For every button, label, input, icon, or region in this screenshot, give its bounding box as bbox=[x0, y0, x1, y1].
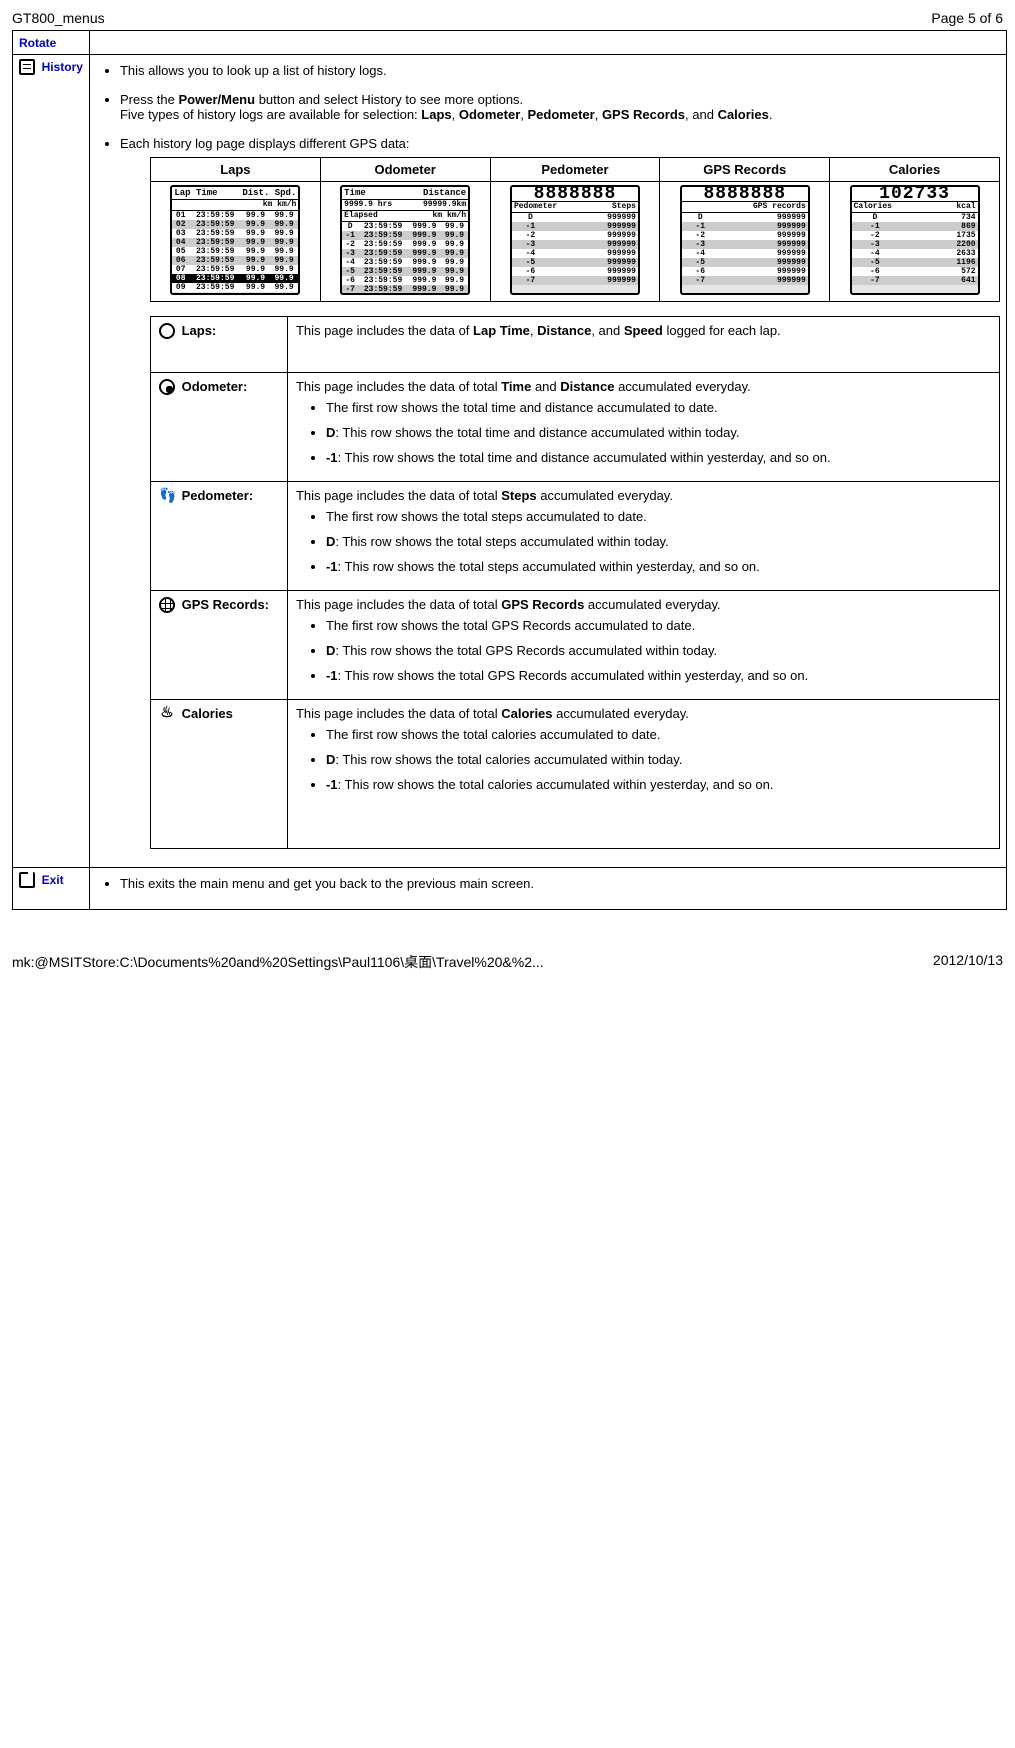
list-item: The first row shows the total time and d… bbox=[326, 400, 991, 415]
globe-icon bbox=[159, 597, 175, 613]
list-item: -1: This row shows the total calories ac… bbox=[326, 777, 991, 792]
detail-laps-row: Laps: This page includes the data of Lap… bbox=[150, 317, 999, 373]
detail-pedometer-row: 👣 Pedometer: This page includes the data… bbox=[150, 482, 999, 591]
exit-link[interactable]: Exit bbox=[42, 873, 64, 887]
exit-icon bbox=[19, 872, 35, 888]
list-item: -1: This row shows the total time and di… bbox=[326, 450, 991, 465]
history-icon bbox=[19, 59, 35, 75]
history-intro3: Each history log page displays different… bbox=[120, 136, 1000, 849]
row-history: History This allows you to look up a lis… bbox=[13, 55, 1007, 868]
page-header: GT800_menus Page 5 of 6 bbox=[0, 0, 1015, 30]
lcd-screenshots-table: Laps Odometer Pedometer GPS Records Calo… bbox=[150, 157, 1000, 302]
list-item: The first row shows the total calories a… bbox=[326, 727, 991, 742]
row-rotate: Rotate bbox=[13, 31, 1007, 55]
main-table: Rotate History This allows you to look u… bbox=[12, 30, 1007, 910]
list-item: D: This row shows the total GPS Records … bbox=[326, 643, 991, 658]
history-intro2: Press the Power/Menu button and select H… bbox=[120, 92, 1000, 122]
list-item: D: This row shows the total calories acc… bbox=[326, 752, 991, 767]
rotate-link[interactable]: Rotate bbox=[19, 36, 56, 50]
lcd-hdr-gps: GPS Records bbox=[660, 158, 830, 182]
meter-icon bbox=[159, 379, 175, 395]
page-indicator: Page 5 of 6 bbox=[931, 10, 1003, 26]
detail-odometer-row: Odometer: This page includes the data of… bbox=[150, 373, 999, 482]
lcd-calories: 102733CalorieskcalD734-1869-21735-32200-… bbox=[850, 185, 980, 295]
list-item: The first row shows the total steps accu… bbox=[326, 509, 991, 524]
page-footer: mk:@MSITStore:C:\Documents%20and%20Setti… bbox=[0, 922, 1015, 984]
lcd-pedometer: 8888888PedometerStepsD999999-1999999-299… bbox=[510, 185, 640, 295]
list-item: The first row shows the total GPS Record… bbox=[326, 618, 991, 633]
details-table: Laps: This page includes the data of Lap… bbox=[150, 316, 1000, 849]
lcd-hdr-laps: Laps bbox=[150, 158, 320, 182]
doc-title: GT800_menus bbox=[12, 10, 105, 26]
detail-calories-row: ♨ Calories This page includes the data o… bbox=[150, 700, 999, 849]
exit-text: This exits the main menu and get you bac… bbox=[120, 876, 1000, 891]
content: Rotate History This allows you to look u… bbox=[0, 30, 1015, 922]
lcd-laps: Lap TimeDist. Spd.km km/h0123:59:5999.99… bbox=[170, 185, 300, 295]
footer-date: 2012/10/13 bbox=[933, 952, 1003, 972]
ring-icon bbox=[159, 323, 175, 339]
history-intro1: This allows you to look up a list of his… bbox=[120, 63, 1000, 78]
lcd-gps: 8888888GPS recordsD999999-1999999-299999… bbox=[680, 185, 810, 295]
detail-gps-row: GPS Records: This page includes the data… bbox=[150, 591, 999, 700]
row-exit: Exit This exits the main menu and get yo… bbox=[13, 868, 1007, 910]
list-item: -1: This row shows the total steps accum… bbox=[326, 559, 991, 574]
lcd-odometer: TimeDistance9999.9 hrs99999.9kmElapsedkm… bbox=[340, 185, 470, 295]
footer-path: mk:@MSITStore:C:\Documents%20and%20Setti… bbox=[12, 952, 544, 972]
lcd-hdr-odometer: Odometer bbox=[320, 158, 490, 182]
footprint-icon: 👣 bbox=[159, 488, 175, 504]
lcd-hdr-calories: Calories bbox=[830, 158, 1000, 182]
list-item: D: This row shows the total steps accumu… bbox=[326, 534, 991, 549]
lcd-hdr-pedometer: Pedometer bbox=[490, 158, 660, 182]
list-item: D: This row shows the total time and dis… bbox=[326, 425, 991, 440]
list-item: -1: This row shows the total GPS Records… bbox=[326, 668, 991, 683]
fire-icon: ♨ bbox=[159, 706, 175, 722]
history-link[interactable]: History bbox=[42, 60, 83, 74]
